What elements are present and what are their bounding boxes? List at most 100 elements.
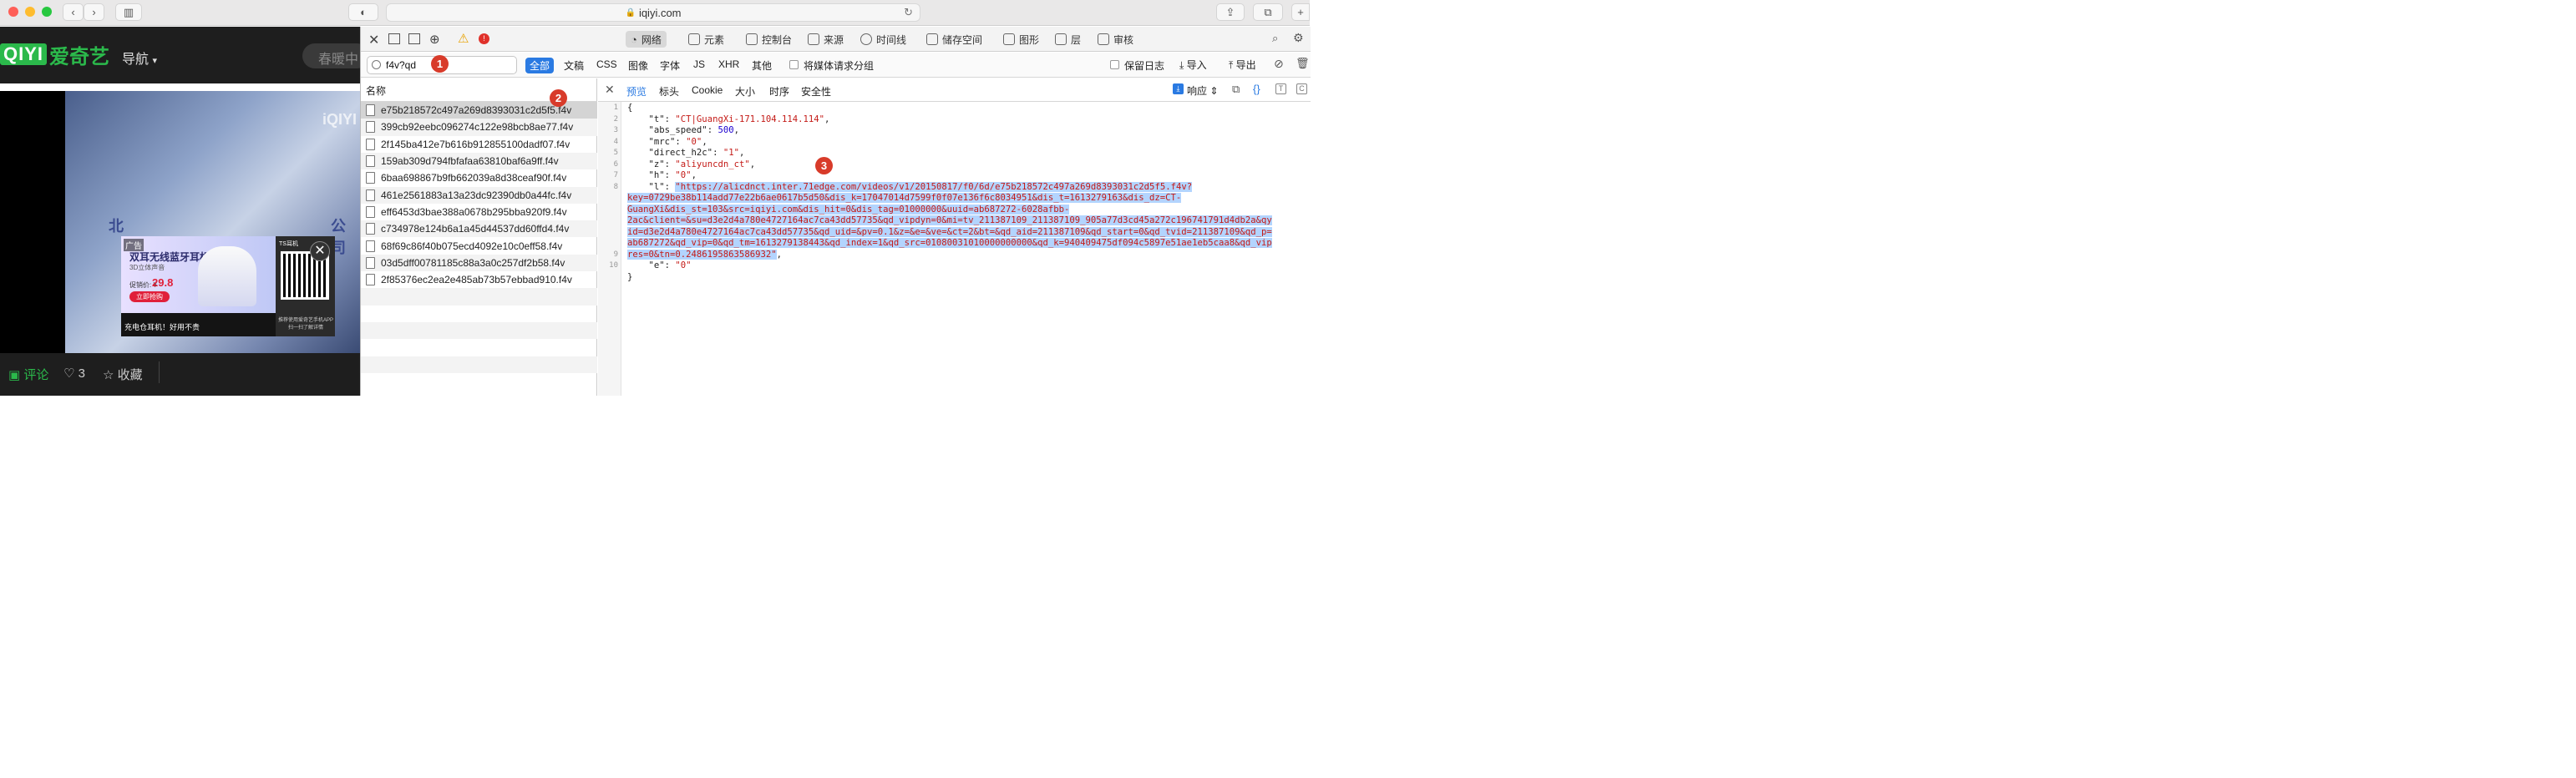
dock-bottom-icon[interactable] bbox=[388, 33, 400, 44]
back-button[interactable]: ‹ bbox=[63, 3, 84, 21]
video-actions-bar: ▣ 评论 ♡ 3 ☆ 收藏 bbox=[0, 353, 360, 396]
clock-icon bbox=[860, 33, 872, 45]
json-value: 500 bbox=[718, 125, 734, 135]
tab-layers[interactable]: 层 bbox=[1050, 31, 1086, 48]
request-row[interactable]: 2f85376ec2ea2e485ab73b57ebbad910.f4v bbox=[361, 271, 597, 288]
filter-xhr[interactable]: XHR bbox=[714, 58, 743, 71]
crosshair-icon[interactable]: ⊕ bbox=[429, 32, 440, 47]
export-button[interactable]: ⤒ 导出 bbox=[1229, 58, 1256, 72]
filter-image[interactable]: 图像 bbox=[624, 58, 652, 73]
gear-icon[interactable]: ⚙ bbox=[1293, 31, 1304, 45]
search-icon[interactable]: ⌕ bbox=[1272, 32, 1278, 45]
request-name: c734978e124b6a1a45d44537dd60ffd4.f4v bbox=[381, 223, 570, 235]
filter-css[interactable]: CSS bbox=[592, 58, 621, 71]
tab-preview[interactable]: 预览 bbox=[626, 84, 647, 99]
tab-cookies[interactable]: Cookie bbox=[692, 84, 723, 96]
site-search-input[interactable]: 春暖中 bbox=[302, 43, 360, 68]
request-row[interactable]: c734978e124b6a1a45d44537dd60ffd4.f4v bbox=[361, 220, 597, 238]
request-name: 159ab309d794fbfafaa63810baf6a9ff.f4v bbox=[381, 155, 559, 168]
pretty-print-icon[interactable]: {} bbox=[1253, 83, 1260, 95]
forward-button[interactable]: › bbox=[84, 3, 104, 21]
ad-close-button[interactable]: ✕ bbox=[310, 241, 330, 261]
ad-banner[interactable]: 广告 双耳无线蓝牙耳机 3D立体声音 促销价: ¥ 29.8 立即抢购 bbox=[121, 236, 276, 313]
disable-cache-icon[interactable]: ⊘ bbox=[1274, 57, 1284, 71]
trash-icon[interactable]: 🗑 bbox=[1296, 57, 1310, 70]
request-row[interactable]: 68f69c86f40b075ecd4092e10c0eff58.f4v bbox=[361, 237, 597, 254]
filter-icon bbox=[372, 60, 381, 69]
reload-icon[interactable]: ↻ bbox=[904, 6, 913, 19]
tab-timelines[interactable]: 时间线 bbox=[855, 31, 911, 48]
zoom-window-button[interactable] bbox=[42, 7, 52, 17]
request-name: 03d5dff00781185c88a3a0c257df2b58.f4v bbox=[381, 256, 565, 269]
sidebar-icon: ▥ bbox=[123, 5, 134, 18]
line-number: 1 bbox=[613, 104, 618, 112]
comment-icon: ▣ bbox=[8, 368, 21, 382]
tab-audit[interactable]: 审核 bbox=[1093, 31, 1138, 48]
tab-network[interactable]: ◔ 网络 bbox=[626, 31, 667, 48]
source-view-icon[interactable]: C bbox=[1296, 83, 1307, 94]
filter-all[interactable]: 全部 bbox=[525, 58, 555, 73]
json-value: "aliyuncdn_ct" bbox=[675, 159, 750, 169]
tab-sources[interactable]: 来源 bbox=[803, 31, 849, 48]
file-icon bbox=[366, 189, 375, 201]
comment-button[interactable]: ▣ 评论 bbox=[8, 366, 48, 383]
tab-headers[interactable]: 标头 bbox=[659, 84, 679, 99]
filter-js[interactable]: JS bbox=[689, 58, 709, 71]
privacy-report-button[interactable]: ◐ bbox=[348, 3, 378, 21]
tab-label: 储存空间 bbox=[942, 33, 983, 46]
share-button[interactable]: ⇪ bbox=[1216, 3, 1245, 21]
filter-document[interactable]: 文稿 bbox=[560, 58, 588, 73]
address-bar[interactable]: 🔒 iqiyi.com ↻ bbox=[386, 3, 920, 22]
error-icon[interactable]: ! bbox=[479, 33, 489, 44]
undock-icon[interactable] bbox=[408, 33, 420, 44]
tab-sizes[interactable]: 大小 bbox=[735, 84, 755, 99]
file-icon bbox=[366, 223, 375, 235]
response-selector[interactable]: 响应 ⇕ bbox=[1187, 83, 1218, 98]
json-value: "0" bbox=[686, 136, 702, 147]
tab-graphics[interactable]: 图形 bbox=[998, 31, 1044, 48]
close-detail-icon[interactable]: ✕ bbox=[605, 83, 615, 97]
file-icon bbox=[366, 104, 375, 117]
request-row[interactable]: eff6453d3bae388a0678b295bba920f9.f4v bbox=[361, 204, 597, 220]
ad-buy-button[interactable]: 立即抢购 bbox=[129, 291, 170, 302]
favorite-button[interactable]: ☆ 收藏 bbox=[103, 366, 143, 383]
warning-icon[interactable]: ⚠ bbox=[458, 31, 469, 46]
ad-popup[interactable]: 广告 双耳无线蓝牙耳机 3D立体声音 促销价: ¥ 29.8 立即抢购 充电仓耳… bbox=[121, 236, 335, 336]
close-window-button[interactable] bbox=[8, 7, 18, 17]
tab-storage[interactable]: 储存空间 bbox=[921, 31, 987, 48]
tab-timing[interactable]: 时序 bbox=[769, 84, 789, 99]
video-player[interactable]: 北 公司 iQIYI 广告 双耳无线蓝牙耳机 3D立体声音 促销价: ¥ 29.… bbox=[0, 91, 360, 353]
like-count: 3 bbox=[78, 366, 85, 381]
tab-elements[interactable]: 元素 bbox=[683, 31, 729, 48]
request-name: e75b218572c497a269d8393031c2d5f5.f4v bbox=[381, 104, 572, 117]
preserve-log-checkbox[interactable] bbox=[1110, 60, 1119, 69]
copy-icon[interactable]: ⧉ bbox=[1232, 83, 1240, 96]
filter-font[interactable]: 字体 bbox=[656, 58, 684, 73]
request-row[interactable]: 6baa698867b9fb662039a8d38ceaf90f.f4v bbox=[361, 169, 597, 186]
minimize-window-button[interactable] bbox=[25, 7, 35, 17]
request-row[interactable]: 2f145ba412e7b616b912855100dadf07.f4v bbox=[361, 136, 597, 153]
request-row[interactable]: 399cb92eebc096274c122e98bcb8ae77.f4v bbox=[361, 119, 597, 136]
iqiyi-logo[interactable]: QIYI 爱奇艺 bbox=[0, 42, 109, 68]
filter-other[interactable]: 其他 bbox=[748, 58, 776, 73]
request-row[interactable]: 03d5dff00781185c88a3a0c257df2b58.f4v bbox=[361, 254, 597, 271]
tabs-overview-button[interactable]: ⧉ bbox=[1253, 3, 1283, 21]
request-name: 399cb92eebc096274c122e98bcb8ae77.f4v bbox=[381, 121, 574, 134]
annotation-badge-2: 2 bbox=[550, 89, 567, 107]
request-row[interactable]: 159ab309d794fbfafaa63810baf6a9ff.f4v bbox=[361, 152, 597, 170]
sidebar-button[interactable]: ▥ bbox=[115, 3, 142, 21]
group-media-checkbox[interactable] bbox=[789, 60, 799, 69]
request-row[interactable]: 461e2561883a13a23dc92390db0a44fc.f4v bbox=[361, 186, 597, 204]
nav-menu[interactable]: 导航 ▾ bbox=[122, 48, 157, 68]
tab-label: 来源 bbox=[824, 33, 844, 46]
text-view-icon[interactable]: T bbox=[1275, 83, 1286, 94]
tab-console[interactable]: 控制台 bbox=[741, 31, 797, 48]
close-inspector-icon[interactable]: ✕ bbox=[368, 32, 379, 48]
new-tab-button[interactable]: + bbox=[1291, 3, 1310, 21]
like-button[interactable]: ♡ 3 bbox=[63, 366, 85, 381]
json-key: "abs_speed" bbox=[648, 125, 707, 135]
tab-security[interactable]: 安全性 bbox=[801, 84, 831, 99]
tab-label: 审核 bbox=[1113, 33, 1134, 46]
ad-subtitle: 3D立体声音 bbox=[129, 264, 165, 271]
import-button[interactable]: ⤓ 导入 bbox=[1179, 58, 1207, 72]
